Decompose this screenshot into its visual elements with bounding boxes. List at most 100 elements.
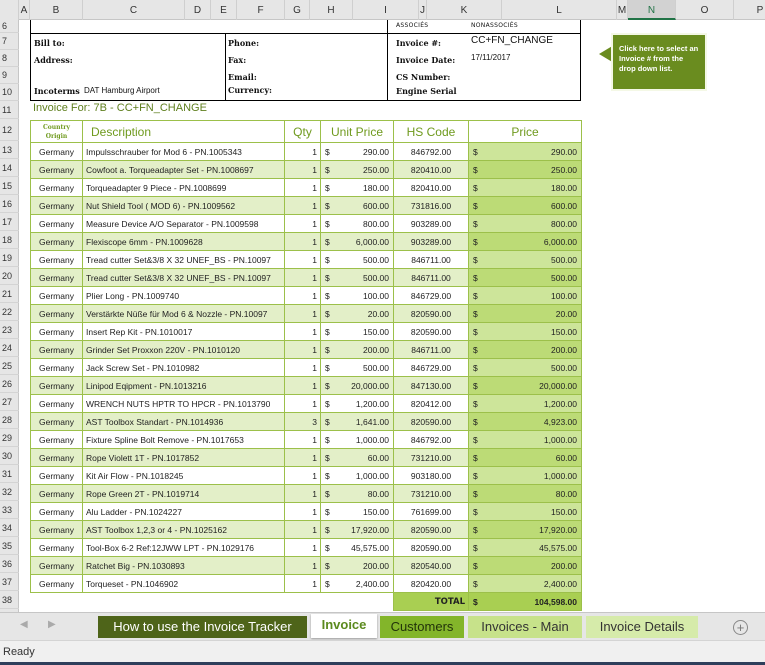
cell-price[interactable]: $500.00 — [468, 268, 582, 287]
cell-hs-code[interactable]: 846729.00 — [393, 358, 469, 377]
cell-qty[interactable]: 1 — [284, 250, 321, 269]
cell-origin[interactable]: Germany — [30, 142, 83, 161]
column-header[interactable]: O — [676, 0, 734, 20]
cell-price[interactable]: $1,000.00 — [468, 466, 582, 485]
cell-price[interactable]: $2,400.00 — [468, 574, 582, 593]
cell-description[interactable]: Measure Device A/O Separator - PN.100959… — [82, 214, 285, 233]
row-header[interactable]: 10 — [0, 84, 19, 101]
row-header[interactable]: 20 — [0, 267, 19, 285]
cell-description[interactable]: Verstärkte Nüße für Mod 6 & Nozzle - PN.… — [82, 304, 285, 323]
scroll-tabs-right-icon[interactable]: ▶ — [48, 619, 56, 630]
row-header[interactable]: 30 — [0, 447, 19, 465]
cell-qty[interactable]: 1 — [284, 574, 321, 593]
row-header[interactable]: 17 — [0, 213, 19, 231]
cell-hs-code[interactable]: 820410.00 — [393, 160, 469, 179]
help-callout[interactable]: Click here to select an Invoice # from t… — [613, 35, 705, 89]
cell-qty[interactable]: 1 — [284, 232, 321, 251]
cell-qty[interactable]: 1 — [284, 430, 321, 449]
cell-price[interactable]: $1,000.00 — [468, 430, 582, 449]
cell-description[interactable]: Cowfoot a. Torqueadapter Set - PN.100869… — [82, 160, 285, 179]
cell-unit-price[interactable]: $2,400.00 — [320, 574, 394, 593]
cell-hs-code[interactable]: 846711.00 — [393, 268, 469, 287]
tab-invoices-main[interactable]: Invoices - Main — [468, 616, 582, 638]
row-header[interactable]: 7 — [0, 33, 19, 50]
column-header[interactable]: I — [353, 0, 419, 20]
cell-description[interactable]: Nut Shield Tool ( MOD 6) - PN.1009562 — [82, 196, 285, 215]
cell-unit-price[interactable]: $800.00 — [320, 214, 394, 233]
row-header[interactable]: 13 — [0, 141, 19, 159]
cell-qty[interactable]: 1 — [284, 340, 321, 359]
cell-description[interactable]: AST Toolbox 1,2,3 or 4 - PN.1025162 — [82, 520, 285, 539]
cell-origin[interactable]: Germany — [30, 466, 83, 485]
row-header[interactable]: 34 — [0, 519, 19, 537]
cell-origin[interactable]: Germany — [30, 322, 83, 341]
cell-hs-code[interactable]: 846792.00 — [393, 430, 469, 449]
cell-unit-price[interactable]: $1,200.00 — [320, 394, 394, 413]
cell-price[interactable]: $1,200.00 — [468, 394, 582, 413]
cell-origin[interactable]: Germany — [30, 430, 83, 449]
cell-hs-code[interactable]: 820590.00 — [393, 304, 469, 323]
cell-qty[interactable]: 1 — [284, 160, 321, 179]
cell-unit-price[interactable]: $60.00 — [320, 448, 394, 467]
cell-qty[interactable]: 1 — [284, 376, 321, 395]
cell-qty[interactable]: 1 — [284, 304, 321, 323]
cell-qty[interactable]: 1 — [284, 466, 321, 485]
cell-hs-code[interactable]: 903180.00 — [393, 466, 469, 485]
column-header[interactable]: F — [237, 0, 285, 20]
cell-unit-price[interactable]: $20.00 — [320, 304, 394, 323]
cell-origin[interactable]: Germany — [30, 520, 83, 539]
cell-description[interactable]: Ratchet Big - PN.1030893 — [82, 556, 285, 575]
cell-description[interactable]: Rope Green 2T - PN.1019714 — [82, 484, 285, 503]
cell-unit-price[interactable]: $100.00 — [320, 286, 394, 305]
cell-origin[interactable]: Germany — [30, 178, 83, 197]
cell-price[interactable]: $800.00 — [468, 214, 582, 233]
cell-hs-code[interactable]: 731816.00 — [393, 196, 469, 215]
cell-description[interactable]: Insert Rep Kit - PN.1010017 — [82, 322, 285, 341]
cell-unit-price[interactable]: $17,920.00 — [320, 520, 394, 539]
cell-unit-price[interactable]: $1,641.00 — [320, 412, 394, 431]
cell-unit-price[interactable]: $180.00 — [320, 178, 394, 197]
cell-price[interactable]: $600.00 — [468, 196, 582, 215]
cell-origin[interactable]: Germany — [30, 214, 83, 233]
row-header[interactable]: 24 — [0, 339, 19, 357]
row-header[interactable]: 32 — [0, 483, 19, 501]
cell-origin[interactable]: Germany — [30, 502, 83, 521]
column-header[interactable]: N — [628, 0, 676, 20]
row-header[interactable]: 18 — [0, 231, 19, 249]
cell-qty[interactable]: 1 — [284, 214, 321, 233]
cell-hs-code[interactable]: 903289.00 — [393, 214, 469, 233]
row-header[interactable]: 29 — [0, 429, 19, 447]
cell-price[interactable]: $20,000.00 — [468, 376, 582, 395]
cell-description[interactable]: Torqueset - PN.1046902 — [82, 574, 285, 593]
column-header[interactable]: G — [285, 0, 310, 20]
row-header[interactable]: 19 — [0, 249, 19, 267]
cell-origin[interactable]: Germany — [30, 394, 83, 413]
cell-unit-price[interactable]: $200.00 — [320, 340, 394, 359]
cell-origin[interactable]: Germany — [30, 196, 83, 215]
row-header[interactable]: 6 — [0, 20, 19, 33]
cell-description[interactable]: Tread cutter Set&3/8 X 32 UNEF_BS - PN.1… — [82, 250, 285, 269]
cell-price[interactable]: $4,923.00 — [468, 412, 582, 431]
row-header[interactable]: 36 — [0, 555, 19, 573]
add-sheet-icon[interactable]: + — [733, 620, 748, 635]
cell-description[interactable]: Rope Violett 1T - PN.1017852 — [82, 448, 285, 467]
cell-unit-price[interactable]: $250.00 — [320, 160, 394, 179]
cell-hs-code[interactable]: 846711.00 — [393, 250, 469, 269]
column-header[interactable]: D — [185, 0, 211, 20]
row-header[interactable]: 35 — [0, 537, 19, 555]
cell-description[interactable]: Tool-Box 6-2 Ref:12JWW LPT - PN.1029176 — [82, 538, 285, 557]
row-header[interactable]: 33 — [0, 501, 19, 519]
cell-hs-code[interactable]: 820410.00 — [393, 178, 469, 197]
cell-hs-code[interactable]: 761699.00 — [393, 502, 469, 521]
cell-price[interactable]: $150.00 — [468, 502, 582, 521]
cell-unit-price[interactable]: $150.00 — [320, 322, 394, 341]
cell-price[interactable]: $45,575.00 — [468, 538, 582, 557]
cell-qty[interactable]: 1 — [284, 484, 321, 503]
cell-description[interactable]: Fixture Spline Bolt Remove - PN.1017653 — [82, 430, 285, 449]
cell-price[interactable]: $150.00 — [468, 322, 582, 341]
cell-price[interactable]: $200.00 — [468, 556, 582, 575]
column-header[interactable]: H — [310, 0, 353, 20]
cell-hs-code[interactable]: 820540.00 — [393, 556, 469, 575]
column-header[interactable]: B — [30, 0, 83, 20]
cell-origin[interactable]: Germany — [30, 376, 83, 395]
